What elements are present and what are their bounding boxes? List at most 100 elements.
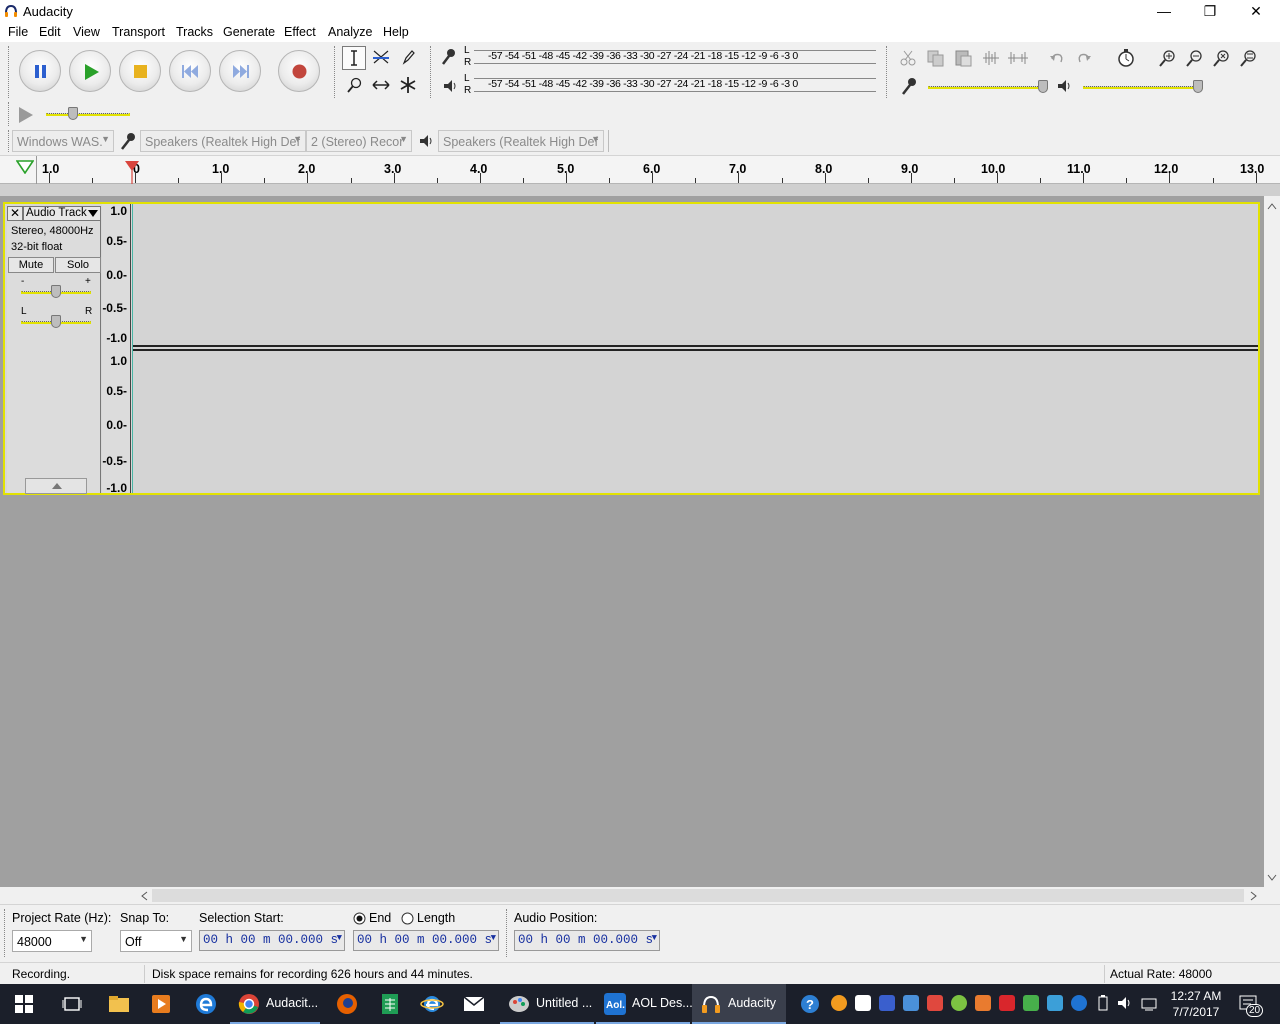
volume-icon[interactable]: [1117, 995, 1133, 1011]
taskbar-app-chrome-audacity[interactable]: Audacit...: [230, 984, 320, 1024]
pause-button[interactable]: [19, 50, 61, 92]
wifi-icon[interactable]: [1141, 995, 1157, 1011]
recording-volume-slider[interactable]: [928, 79, 1048, 95]
timeline-options-icon[interactable]: [16, 160, 34, 174]
menu-effect[interactable]: Effect: [284, 25, 316, 39]
scroll-left-icon[interactable]: [140, 891, 148, 901]
draw-tool[interactable]: [396, 46, 420, 70]
minimize-button[interactable]: —: [1141, 0, 1187, 23]
toolbar-grip[interactable]: [4, 909, 8, 957]
stop-button[interactable]: [119, 50, 161, 92]
menu-edit[interactable]: Edit: [39, 25, 61, 39]
fit-project-icon[interactable]: [1237, 47, 1259, 69]
firefox-icon[interactable]: [335, 992, 359, 1016]
waveform-right-channel[interactable]: [132, 351, 1258, 493]
record-meter[interactable]: -57 -54 -51 -48 -45 -42 -39 -36 -33 -30 …: [474, 50, 876, 64]
skip-to-end-button[interactable]: [219, 50, 261, 92]
audio-host-select[interactable]: Windows WAS. ▼: [12, 130, 114, 152]
internet-explorer-icon[interactable]: [420, 992, 444, 1016]
toolbar-grip[interactable]: [8, 102, 12, 126]
playback-device-select[interactable]: Speakers (Realtek High Def ▼: [438, 130, 604, 152]
speaker-icon[interactable]: [442, 78, 458, 94]
mail-icon[interactable]: [462, 992, 486, 1016]
slider-thumb[interactable]: [51, 285, 61, 298]
cut-icon[interactable]: [897, 47, 919, 69]
toolbar-grip[interactable]: [8, 46, 12, 98]
record-button[interactable]: [278, 50, 320, 92]
vertical-scale[interactable]: 1.0 0.5- 0.0- -0.5- -1.0 1.0 0.5- 0.0- -…: [102, 204, 131, 495]
slider-thumb[interactable]: [51, 315, 61, 328]
toolbar-grip[interactable]: [430, 46, 434, 98]
edge-browser-icon[interactable]: [194, 992, 218, 1016]
windows-start-icon[interactable]: [12, 992, 36, 1016]
battery-icon[interactable]: [1095, 995, 1111, 1011]
skip-to-start-button[interactable]: [169, 50, 211, 92]
scroll-track[interactable]: [152, 889, 1244, 902]
menu-help[interactable]: Help: [383, 25, 409, 39]
mute-button[interactable]: Mute: [8, 257, 54, 273]
playback-volume-slider[interactable]: [1083, 79, 1203, 95]
selection-end-time[interactable]: 00 h 00 m 00.000 s ▼: [353, 930, 499, 951]
selection-tool[interactable]: [342, 46, 366, 70]
menu-file[interactable]: File: [8, 25, 28, 39]
dropdown-arrow-icon[interactable]: ▼: [491, 933, 496, 943]
slider-thumb[interactable]: [1038, 80, 1048, 93]
toolbar-grip[interactable]: [886, 46, 890, 98]
redo-icon[interactable]: [1073, 47, 1095, 69]
sync-tray-icon[interactable]: [1071, 995, 1087, 1011]
file-explorer-icon[interactable]: [107, 992, 131, 1016]
menu-view[interactable]: View: [73, 25, 100, 39]
close-button[interactable]: ✕: [1233, 0, 1279, 23]
menu-analyze[interactable]: Analyze: [328, 25, 372, 39]
zoom-tool[interactable]: [342, 74, 366, 98]
timeline-ruler[interactable]: 1.0 0 1.0 2.0 3.0 4.0 5.0 6.0 7.0 8.0 9.…: [0, 156, 1280, 184]
project-rate-select[interactable]: 48000 ▼: [12, 930, 92, 952]
spreadsheet-icon[interactable]: [378, 992, 402, 1016]
storage-tray-icon[interactable]: [903, 995, 919, 1011]
zoom-out-icon[interactable]: [1183, 47, 1205, 69]
waveform-left-channel[interactable]: [132, 204, 1258, 345]
track-close-button[interactable]: ✕: [7, 206, 23, 221]
horizontal-scrollbar[interactable]: [0, 887, 1280, 904]
solo-button[interactable]: Solo: [55, 257, 101, 273]
dropdown-arrow-icon[interactable]: ▼: [652, 933, 657, 943]
aol-tray-icon[interactable]: [831, 995, 847, 1011]
audio-tray-icon[interactable]: [975, 995, 991, 1011]
play-button[interactable]: [69, 50, 111, 92]
audio-position-time[interactable]: 00 h 00 m 00.000 s ▼: [514, 930, 660, 951]
envelope-tool[interactable]: [369, 46, 393, 70]
play-speed-slider[interactable]: [46, 106, 130, 122]
display-tray-icon[interactable]: [1047, 995, 1063, 1011]
audio-track[interactable]: ✕ Audio Track Stereo, 48000Hz 32-bit flo…: [3, 202, 1260, 495]
menu-generate[interactable]: Generate: [223, 25, 275, 39]
collapse-track-button[interactable]: [25, 478, 87, 494]
trim-audio-icon[interactable]: [980, 47, 1002, 69]
undo-icon[interactable]: [1046, 47, 1068, 69]
media-player-icon[interactable]: [149, 992, 173, 1016]
snap-to-select[interactable]: Off ▼: [120, 930, 192, 952]
scroll-right-icon[interactable]: [1250, 891, 1258, 901]
paste-icon[interactable]: [952, 47, 974, 69]
multi-tool[interactable]: [396, 74, 420, 98]
silence-audio-icon[interactable]: [1006, 47, 1030, 69]
recording-device-select[interactable]: Speakers (Realtek High Def ▼: [140, 130, 306, 152]
menu-tracks[interactable]: Tracks: [176, 25, 213, 39]
help-icon[interactable]: ?: [800, 994, 820, 1014]
microphone-icon[interactable]: [440, 47, 458, 67]
length-radio[interactable]: [401, 912, 414, 925]
time-shift-tool[interactable]: [369, 74, 393, 98]
settings-tray-icon[interactable]: [1023, 995, 1039, 1011]
quick-play-bar[interactable]: [0, 184, 1280, 196]
toolbar-grip[interactable]: [334, 46, 338, 98]
maximize-button[interactable]: ❐: [1187, 0, 1233, 23]
taskbar-app-aol-desktop[interactable]: Aol. AOL Des...: [596, 984, 693, 1024]
scroll-up-icon[interactable]: [1267, 202, 1277, 210]
b-tray-icon[interactable]: [999, 995, 1015, 1011]
playhead-marker-icon[interactable]: [124, 160, 140, 184]
update-tray-icon[interactable]: [927, 995, 943, 1011]
play-at-speed-icon[interactable]: [14, 104, 38, 126]
selection-start-time[interactable]: 00 h 00 m 00.000 s ▼: [199, 930, 345, 951]
network-tray-icon[interactable]: [855, 995, 871, 1011]
system-clock[interactable]: 12:27 AM 7/7/2017: [1166, 988, 1226, 1020]
slider-thumb[interactable]: [68, 107, 78, 120]
